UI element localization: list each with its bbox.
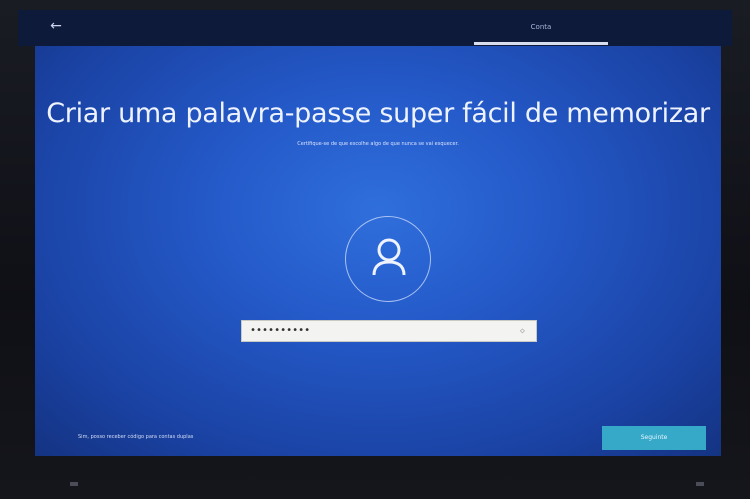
- setup-screen: Criar uma palavra-passe super fácil de m…: [35, 46, 721, 456]
- page-subtitle: Certifique-se de que escolhe algo de que…: [297, 141, 459, 147]
- next-button[interactable]: Seguinte: [602, 426, 706, 450]
- tab-active-indicator: [474, 42, 608, 45]
- page-title: Criar uma palavra-passe super fácil de m…: [46, 98, 710, 129]
- user-icon: [372, 238, 406, 276]
- reveal-password-icon[interactable]: ◇: [520, 326, 530, 336]
- tab-account[interactable]: Conta: [474, 17, 608, 37]
- title-bar: [18, 10, 732, 46]
- back-arrow-icon[interactable]: ←: [44, 16, 68, 36]
- bezel-indicator-left: [70, 482, 78, 486]
- avatar: [345, 216, 431, 302]
- password-input[interactable]: •••••••••• ◇: [241, 320, 537, 342]
- alternate-option-link[interactable]: Sim, posso receber código para contas du…: [78, 434, 193, 440]
- password-value: ••••••••••: [250, 325, 311, 336]
- bezel-indicator-right: [696, 482, 704, 486]
